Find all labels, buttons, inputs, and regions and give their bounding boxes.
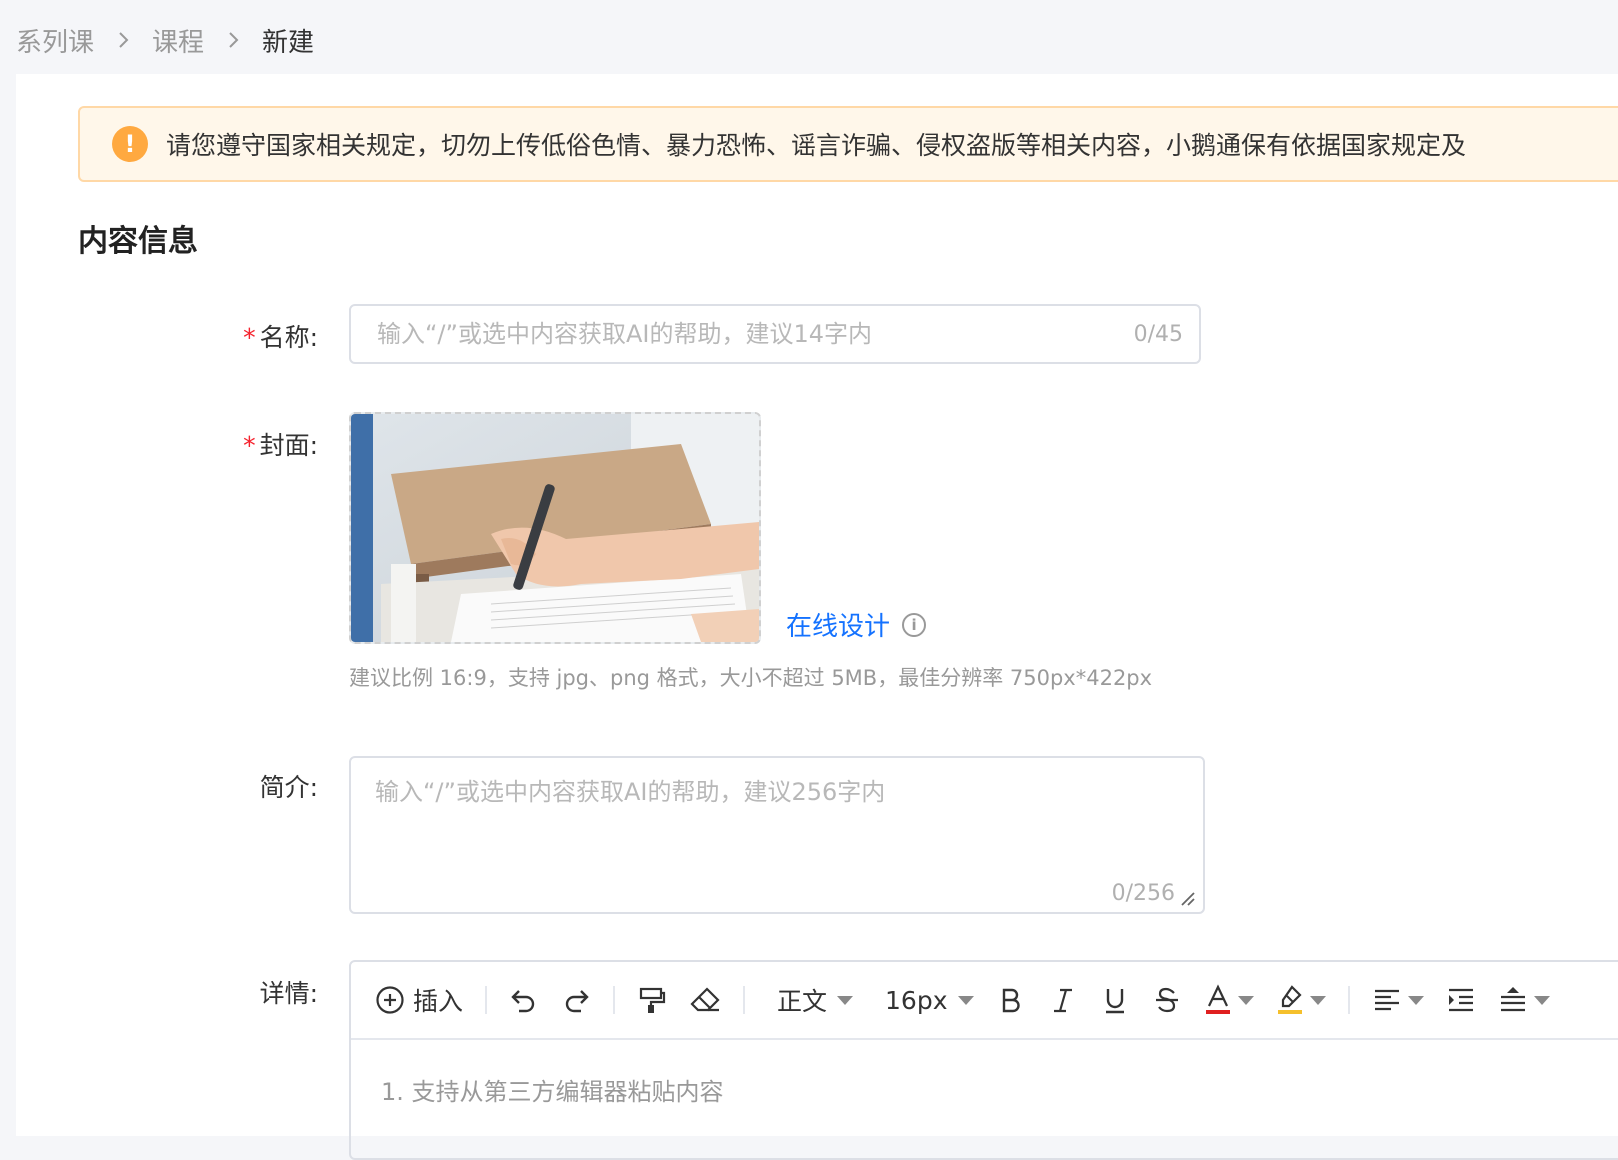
plus-circle-icon bbox=[376, 986, 404, 1014]
toolbar-divider bbox=[613, 986, 616, 1014]
strikethrough-button[interactable] bbox=[1152, 980, 1182, 1020]
undo-icon bbox=[511, 990, 535, 1013]
align-button[interactable] bbox=[1372, 980, 1424, 1020]
resize-handle-icon[interactable] bbox=[1179, 890, 1195, 906]
section-title: 内容信息 bbox=[78, 224, 198, 259]
underline-icon bbox=[1105, 989, 1124, 1014]
info-circle-icon[interactable]: i bbox=[902, 612, 927, 637]
content-card: ! 请您遵守国家相关规定，切勿上传低俗色情、暴力恐怖、谣言诈骗、侵权盗版等相关内… bbox=[16, 74, 1618, 1160]
italic-icon bbox=[1053, 988, 1072, 1013]
font-size-select[interactable]: 16px bbox=[885, 980, 974, 1020]
clear-format-button[interactable] bbox=[689, 980, 721, 1020]
font-color-icon bbox=[1205, 984, 1230, 1014]
breadcrumb: 系列课 课程 新建 bbox=[16, 20, 314, 60]
compliance-notice: ! 请您遵守国家相关规定，切勿上传低俗色情、暴力恐怖、谣言诈骗、侵权盗版等相关内… bbox=[78, 106, 1618, 182]
line-height-button[interactable] bbox=[1498, 980, 1550, 1020]
format-painter-icon bbox=[639, 987, 666, 1013]
intro-label: 简介: bbox=[259, 773, 318, 802]
cover-image bbox=[351, 414, 759, 642]
eraser-icon bbox=[690, 987, 720, 1012]
format-painter-button[interactable] bbox=[637, 980, 667, 1020]
name-field[interactable]: 0/45 bbox=[349, 304, 1201, 364]
cover-hint: 建议比例 16:9，支持 jpg、png 格式，大小不超过 5MB，最佳分辨率 … bbox=[349, 666, 1153, 690]
indent-icon bbox=[1448, 988, 1473, 1012]
intro-field[interactable]: 0/256 bbox=[349, 756, 1205, 914]
editor-toolbar: 插入 正文 16px bbox=[351, 962, 1618, 1040]
chevron-right-icon bbox=[119, 32, 129, 48]
caret-down-icon bbox=[1533, 995, 1550, 1005]
intro-textarea[interactable] bbox=[373, 770, 1173, 870]
required-mark: * bbox=[243, 431, 256, 460]
indent-button[interactable] bbox=[1446, 980, 1476, 1020]
toolbar-divider bbox=[743, 986, 746, 1014]
chevron-right-icon bbox=[229, 32, 239, 48]
caret-down-icon bbox=[1309, 995, 1326, 1005]
insert-button[interactable]: 插入 bbox=[375, 980, 463, 1020]
name-counter: 0/45 bbox=[1133, 321, 1183, 347]
font-color-button[interactable] bbox=[1204, 980, 1254, 1020]
redo-button[interactable] bbox=[561, 980, 591, 1020]
line-height-icon bbox=[1500, 987, 1525, 1012]
breadcrumb-item-series[interactable]: 系列课 bbox=[16, 22, 94, 59]
strikethrough-icon bbox=[1155, 987, 1178, 1013]
required-mark: * bbox=[243, 323, 256, 352]
bold-button[interactable] bbox=[996, 980, 1026, 1020]
align-left-icon bbox=[1374, 989, 1399, 1011]
name-input[interactable] bbox=[375, 319, 1134, 349]
cover-upload[interactable] bbox=[349, 412, 761, 644]
caret-down-icon bbox=[1237, 995, 1254, 1005]
highlight-icon bbox=[1277, 985, 1302, 1014]
highlight-button[interactable] bbox=[1276, 980, 1326, 1020]
cover-label: * 封面: bbox=[243, 431, 318, 460]
online-design-link[interactable]: 在线设计 i bbox=[786, 606, 927, 643]
redo-icon bbox=[565, 990, 589, 1013]
caret-down-icon bbox=[1407, 995, 1424, 1005]
toolbar-divider bbox=[1347, 986, 1350, 1014]
paragraph-style-select[interactable]: 正文 bbox=[777, 980, 854, 1020]
undo-button[interactable] bbox=[509, 980, 539, 1020]
details-label: 详情: bbox=[259, 979, 318, 1008]
caret-down-icon bbox=[957, 995, 974, 1005]
underline-button[interactable] bbox=[1100, 980, 1130, 1020]
intro-counter: 0/256 bbox=[1111, 881, 1175, 906]
toolbar-divider bbox=[485, 986, 488, 1014]
italic-button[interactable] bbox=[1048, 980, 1078, 1020]
rich-text-editor[interactable]: 插入 正文 16px 1. 支持从第三方编辑器粘贴内容 bbox=[349, 960, 1618, 1160]
exclamation-circle-icon: ! bbox=[112, 126, 148, 162]
breadcrumb-item-new: 新建 bbox=[262, 27, 315, 58]
bold-icon bbox=[1002, 988, 1020, 1013]
breadcrumb-item-course[interactable]: 课程 bbox=[152, 22, 204, 59]
caret-down-icon bbox=[837, 995, 854, 1005]
notice-text: 请您遵守国家相关规定，切勿上传低俗色情、暴力恐怖、谣言诈骗、侵权盗版等相关内容，… bbox=[166, 131, 1467, 160]
editor-content[interactable]: 1. 支持从第三方编辑器粘贴内容 bbox=[351, 1040, 1618, 1139]
name-label: * 名称: bbox=[243, 323, 318, 352]
